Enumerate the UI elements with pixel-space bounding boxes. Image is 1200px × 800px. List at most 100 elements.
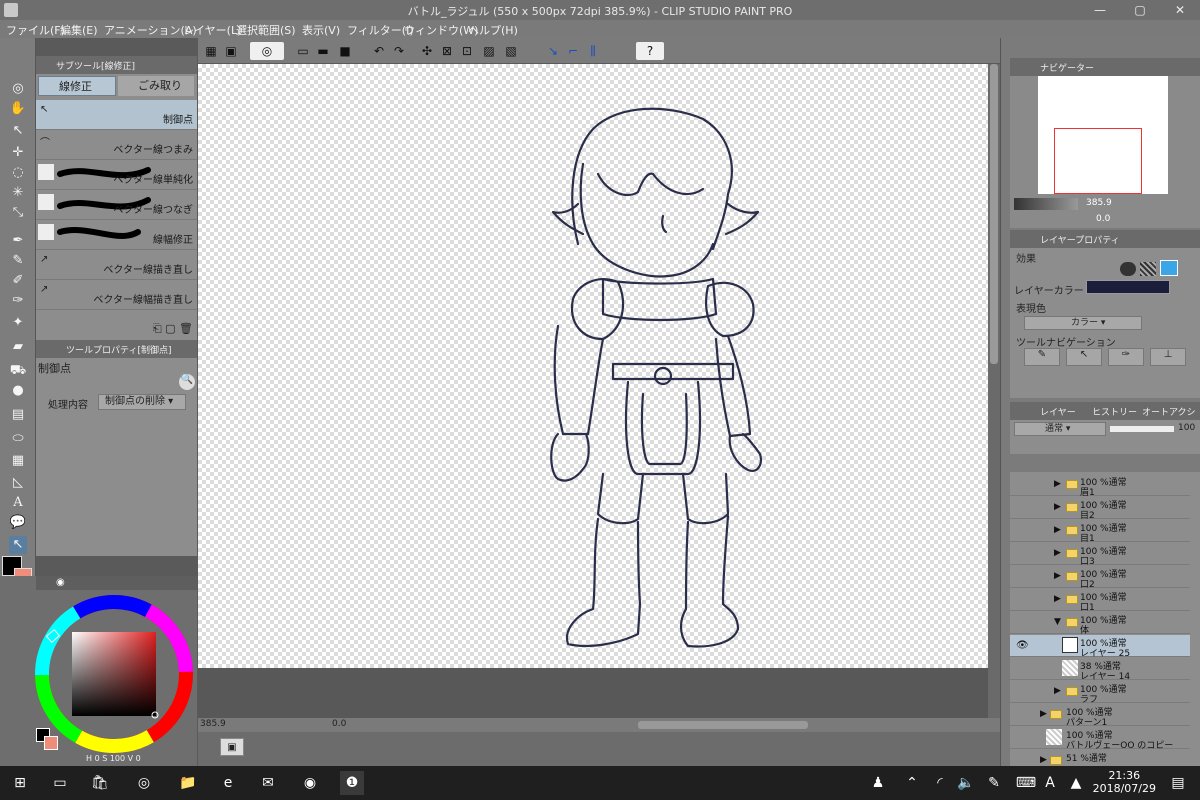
subtool-tab-dust[interactable]: ごみ取り (118, 76, 194, 96)
tool-nav-button-2[interactable]: ↖ (1066, 348, 1102, 366)
horizontal-scrollbar[interactable] (638, 721, 808, 729)
minimize-button[interactable]: — (1080, 0, 1120, 20)
hand-icon[interactable]: ✋ (9, 100, 27, 118)
subtool-item-control-point[interactable]: ↖ 制御点 (36, 100, 197, 130)
correct-line-icon[interactable]: ↖ (9, 536, 27, 554)
frame-icon[interactable]: ▦ (9, 452, 27, 470)
subtool-menu-icons[interactable]: ⎗ ▢ 🗑 (153, 322, 193, 336)
layer-row[interactable]: ▶ 100 %通常 口1 (1010, 589, 1190, 613)
new-file-icon[interactable]: ▭ (294, 42, 312, 60)
save-icon[interactable]: ■ (336, 42, 354, 60)
drawing-canvas[interactable] (198, 64, 988, 668)
store-icon[interactable]: 🛍 (88, 771, 112, 795)
grid-snap-icon[interactable]: ⫼ (584, 42, 602, 60)
tab-history[interactable]: ヒストリー (1092, 405, 1137, 418)
layer-row[interactable]: 38 %通常 レイヤー 14 (1010, 658, 1190, 682)
ruler-icon[interactable]: ◺ (9, 474, 27, 492)
transform-icon[interactable]: ⊡ (458, 42, 476, 60)
volume-icon[interactable]: 🔈 (954, 771, 978, 795)
layer-row[interactable]: ▶ 100 %通常 眉1 (1010, 474, 1190, 498)
clip-studio-icon[interactable]: ◎ (250, 42, 284, 60)
keyboard-icon[interactable]: ⌨ (1014, 771, 1038, 795)
subtool-tab-correct[interactable]: 線修正 (38, 76, 116, 96)
help-icon[interactable]: ? (636, 42, 664, 60)
operation-icon[interactable]: ↖ (9, 122, 27, 140)
tone-effect-icon[interactable] (1140, 262, 1156, 276)
maximize-button[interactable]: ▢ (1120, 0, 1160, 20)
task-view-icon[interactable]: ▭ (48, 771, 72, 795)
wheel-sub-color[interactable] (44, 736, 58, 750)
menu-edit[interactable]: 編集(E) (60, 22, 98, 38)
layer-row[interactable]: ▶ 100 %通常 口3 (1010, 543, 1190, 567)
layer-row[interactable]: ▶ 100 %通常 パターン1 (1010, 704, 1190, 728)
windows-start-icon[interactable]: ⊞ (8, 771, 32, 795)
menu-help[interactable]: ヘルプ(H) (468, 22, 518, 38)
move-layer-icon[interactable]: ✛ (9, 144, 27, 162)
layer-row[interactable]: ▼ 100 %通常体 (1010, 612, 1190, 636)
file-explorer-icon[interactable]: 📁 (176, 771, 200, 795)
layer-color-icon[interactable] (1160, 260, 1178, 276)
special-ruler-snap-icon[interactable]: ⌐ (564, 42, 582, 60)
chrome-icon[interactable]: ◉ (298, 771, 322, 795)
edge-icon[interactable]: e (216, 771, 240, 795)
clip-studio-paint-icon[interactable]: ❶ (340, 771, 364, 795)
select-outside-icon[interactable]: ⊠ (438, 42, 456, 60)
zoom-icon[interactable]: ◎ (9, 80, 27, 98)
subtool-item-width[interactable]: 線幅修正 (36, 220, 197, 250)
auto-select-icon[interactable]: ✳ (9, 184, 27, 202)
layer-row[interactable]: ▶ 100 %通常 目1 (1010, 520, 1190, 544)
subtool-item-redraw[interactable]: ↗ ベクター線描き直し (36, 250, 197, 280)
mail-icon[interactable]: ✉ (256, 771, 280, 795)
balloon-icon[interactable]: 💬 (9, 514, 27, 532)
figure-icon[interactable]: ⬭ (9, 430, 27, 448)
blend-mode-select[interactable]: 通常 ▾ (1014, 422, 1106, 436)
selection-icon[interactable]: ◌ (9, 164, 27, 182)
navigator-view-rect[interactable] (1054, 128, 1142, 194)
grid-icon[interactable]: ▦ (202, 42, 220, 60)
deselect-icon[interactable]: ▨ (480, 42, 498, 60)
gradient-icon[interactable]: ▤ (9, 406, 27, 424)
search-icon[interactable]: 🔍 (179, 374, 195, 390)
blend-icon[interactable]: ● (9, 382, 27, 400)
clock[interactable]: 21:36 2018/07/29 (1093, 769, 1156, 795)
layer-row[interactable]: 100 %通常 バトルヴェーOO のコピー (1010, 727, 1190, 751)
open-folder-icon[interactable]: ▬ (314, 42, 332, 60)
eraser-icon[interactable]: ▰ (9, 338, 27, 356)
screen-mode-icon[interactable]: ▣ (222, 42, 240, 60)
tool-nav-button-1[interactable]: ✎ (1024, 348, 1060, 366)
eye-icon[interactable]: 👁 (1016, 640, 1029, 651)
tool-nav-button-4[interactable]: ⊥ (1150, 348, 1186, 366)
camera-icon[interactable]: ▣ (220, 738, 244, 756)
tab-layer[interactable]: レイヤー (1040, 405, 1076, 418)
decoration-icon[interactable]: ✦ (9, 314, 27, 332)
navigator-preview[interactable] (1038, 76, 1168, 194)
ime-indicator[interactable]: A (1038, 771, 1062, 795)
layer-row[interactable]: ▶ 51 %通常 (1010, 750, 1190, 766)
layer-row-selected[interactable]: 👁 100 %通常 レイヤー 25 (1010, 635, 1190, 659)
pen-settings-icon[interactable]: ✎ (982, 771, 1006, 795)
canvas-vertical-scrollbar[interactable] (988, 64, 1000, 718)
layer-row[interactable]: ▶ 100 %通常 ラフ (1010, 681, 1190, 705)
wifi-icon[interactable]: ◜ (928, 771, 952, 795)
menu-file[interactable]: ファイル(F) (6, 22, 65, 38)
opacity-slider[interactable] (1110, 426, 1174, 432)
subtool-item-connect[interactable]: ベクター線つなぎ (36, 190, 197, 220)
chevron-up-icon[interactable]: ⌃ (900, 771, 924, 795)
adobe-icon[interactable]: ▲ (1064, 771, 1088, 795)
menu-layer[interactable]: レイヤー(L) (183, 22, 241, 38)
text-icon[interactable]: A (9, 494, 27, 512)
color-wheel[interactable] (34, 594, 194, 754)
scroll-thumb[interactable] (990, 64, 998, 364)
ruler-snap-icon[interactable]: ↘ (544, 42, 562, 60)
clip-studio-taskbar-icon[interactable]: ◎ (132, 771, 156, 795)
layer-row[interactable]: ▶ 100 %通常 目2 (1010, 497, 1190, 521)
pen-icon[interactable]: ✒ (9, 232, 27, 250)
subtool-item-pinch[interactable]: ⌒ ベクター線つまみ (36, 130, 197, 160)
layer-row[interactable]: ▶ 100 %通常 口2 (1010, 566, 1190, 590)
undo-icon[interactable]: ↶ (370, 42, 388, 60)
fill-icon[interactable]: ⛟ (9, 362, 27, 380)
process-select[interactable]: 制御点の削除 ▾ (98, 394, 186, 410)
people-icon[interactable]: ♟ (866, 771, 890, 795)
notification-icon[interactable]: ▤ (1166, 771, 1190, 795)
pencil-icon[interactable]: ✎ (9, 252, 27, 270)
